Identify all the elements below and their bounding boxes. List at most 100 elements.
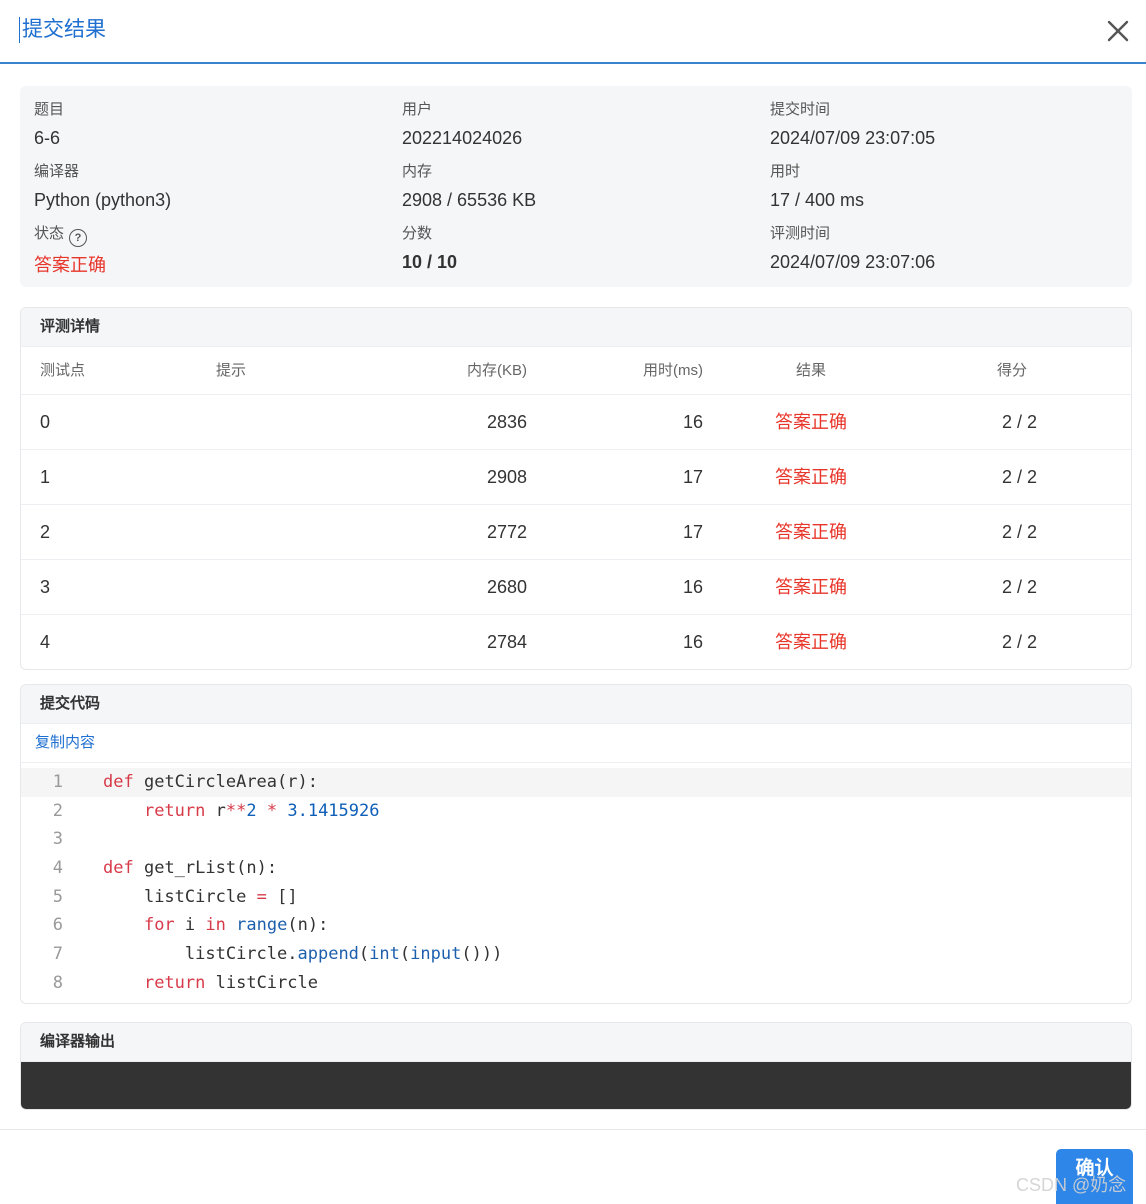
submit-time-value: 2024/07/09 23:07:05 — [770, 128, 936, 148]
code-text: listCircle.append(int(input())) — [184, 944, 503, 965]
code-line: 8 return listCircle — [21, 969, 1131, 998]
memory-cell: 内存 2908 / 65536 KB — [402, 162, 536, 212]
line-number: 4 — [52, 858, 63, 879]
status-label-row: 状态? — [34, 224, 106, 247]
case-result: 答案正确 — [775, 467, 847, 487]
case-time: 16 — [682, 412, 703, 432]
col-case: 测试点 — [40, 362, 86, 379]
col-hint: 提示 — [216, 362, 247, 379]
footer-divider — [0, 1129, 1146, 1130]
compiler-output-text — [21, 1062, 1131, 1109]
case-result: 答案正确 — [775, 577, 847, 597]
code-text: listCircle = [] — [143, 886, 298, 907]
code-text: def get_rList(n): — [103, 858, 278, 879]
line-number: 2 — [52, 800, 63, 821]
line-number: 8 — [52, 972, 63, 993]
case-time: 17 — [682, 467, 703, 487]
copy-content-link[interactable]: 复制内容 — [21, 724, 1131, 763]
case-time: 16 — [682, 577, 703, 597]
line-number: 6 — [52, 915, 63, 936]
time-cell: 用时 17 / 400 ms — [770, 162, 864, 212]
col-memory: 内存(KB) — [466, 362, 527, 379]
case-id: 0 — [40, 412, 51, 432]
case-memory: 2680 — [486, 577, 527, 597]
table-header-row: 测试点 提示 内存(KB) 用时(ms) 结果 得分 — [21, 347, 1131, 395]
col-result: 结果 — [796, 362, 827, 379]
compiler-label: 编译器 — [34, 163, 80, 180]
code-line: 6 for i in range(n): — [21, 911, 1131, 940]
code-text: for i in range(n): — [143, 915, 329, 936]
time-value: 17 / 400 ms — [770, 190, 865, 210]
code-line: 4 def get_rList(n): — [21, 854, 1131, 883]
code-line: 1 def getCircleArea(r): — [21, 768, 1131, 797]
submitted-code-card: 提交代码 复制内容 1 def getCircleArea(r): 2 retu… — [20, 684, 1132, 1004]
status-value: 答案正确 — [34, 255, 106, 275]
dialog-header: 提交结果 — [0, 0, 1146, 64]
case-time: 16 — [682, 632, 703, 652]
watermark: CSDN @奶念 — [1016, 1175, 1127, 1195]
problem-value: 6-6 — [34, 128, 61, 148]
case-id: 3 — [40, 577, 51, 597]
submission-info-panel: 题目 6-6 用户 202214024026 提交时间 2024/07/09 2… — [20, 86, 1132, 287]
submit-time-label: 提交时间 — [770, 101, 831, 118]
score-cell: 分数 10 / 10 — [402, 224, 457, 274]
judge-time-value: 2024/07/09 23:07:06 — [770, 252, 936, 272]
problem-label: 题目 — [34, 101, 65, 118]
user-value: 202214024026 — [402, 128, 523, 148]
memory-value: 2908 / 65536 KB — [402, 190, 537, 210]
case-id: 4 — [40, 632, 51, 652]
time-label: 用时 — [770, 163, 801, 180]
col-score: 得分 — [996, 362, 1027, 379]
close-icon[interactable] — [1103, 16, 1133, 46]
judge-time-label: 评测时间 — [770, 225, 831, 242]
code-text: return listCircle — [143, 972, 318, 993]
judge-details-title: 评测详情 — [21, 308, 1131, 347]
code-editor[interactable]: 1 def getCircleArea(r): 2 return r**2 * … — [21, 763, 1131, 1003]
compiler-output-title: 编译器输出 — [21, 1023, 1131, 1062]
case-id: 2 — [40, 522, 51, 542]
case-result: 答案正确 — [775, 522, 847, 542]
case-score: 2 / 2 — [1001, 522, 1037, 542]
case-score: 2 / 2 — [1001, 412, 1037, 432]
user-label: 用户 — [402, 101, 433, 118]
case-score: 2 / 2 — [1001, 577, 1037, 597]
case-memory: 2836 — [486, 412, 527, 432]
table-row: 0 2836 16 答案正确 2 / 2 — [21, 395, 1131, 450]
col-time: 用时(ms) — [643, 362, 703, 379]
line-number: 5 — [52, 886, 63, 907]
status-label: 状态 — [34, 225, 65, 242]
line-number: 7 — [52, 944, 63, 965]
code-text: def getCircleArea(r): — [103, 772, 319, 792]
table-row: 4 2784 16 答案正确 2 / 2 — [21, 615, 1131, 669]
status-cell: 状态? 答案正确 — [34, 224, 106, 277]
case-time: 17 — [682, 522, 703, 542]
dialog-title: 提交结果 — [19, 17, 106, 43]
case-result: 答案正确 — [775, 412, 847, 432]
score-label: 分数 — [402, 225, 433, 242]
table-row: 1 2908 17 答案正确 2 / 2 — [21, 450, 1131, 505]
compiler-value: Python (python3) — [34, 190, 172, 210]
code-text: return r**2 * 3.1415926 — [143, 800, 380, 821]
user-cell: 用户 202214024026 — [402, 100, 522, 150]
case-score: 2 / 2 — [1001, 632, 1037, 652]
problem-cell: 题目 6-6 — [34, 100, 64, 150]
submit-time-cell: 提交时间 2024/07/09 23:07:05 — [770, 100, 935, 150]
case-id: 1 — [40, 467, 51, 487]
compiler-output-card: 编译器输出 — [20, 1022, 1132, 1110]
line-number: 3 — [52, 829, 63, 850]
case-memory: 2784 — [486, 632, 527, 652]
case-memory: 2908 — [486, 467, 527, 487]
table-row: 2 2772 17 答案正确 2 / 2 — [21, 505, 1131, 560]
help-icon[interactable]: ? — [69, 229, 88, 247]
table-row: 3 2680 16 答案正确 2 / 2 — [21, 560, 1131, 615]
code-line: 5 listCircle = [] — [21, 883, 1131, 912]
compiler-cell: 编译器 Python (python3) — [34, 162, 171, 212]
judge-time-cell: 评测时间 2024/07/09 23:07:06 — [770, 224, 935, 274]
code-line: 2 return r**2 * 3.1415926 — [21, 797, 1131, 826]
line-number: 1 — [52, 772, 63, 792]
score-value: 10 / 10 — [402, 252, 458, 272]
memory-label: 内存 — [402, 163, 433, 180]
code-line: 3 — [21, 825, 1131, 854]
code-line: 7 listCircle.append(int(input())) — [21, 940, 1131, 969]
submitted-code-title: 提交代码 — [21, 685, 1131, 724]
